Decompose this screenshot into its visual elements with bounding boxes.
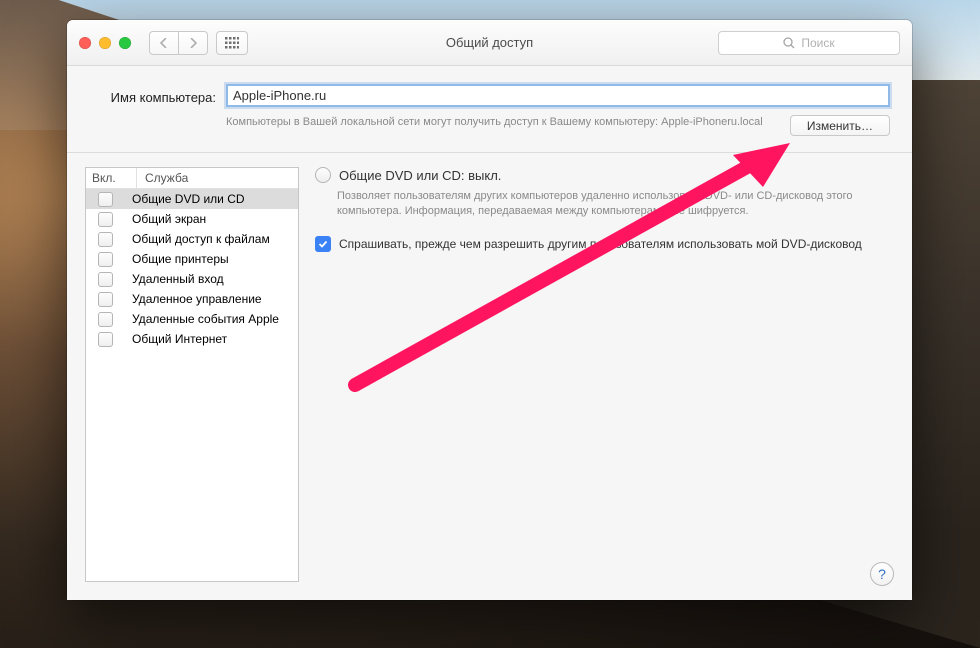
show-all-button[interactable] bbox=[216, 31, 248, 55]
service-row[interactable]: Общий Интернет bbox=[86, 329, 298, 349]
computer-name-label: Имя компьютера: bbox=[89, 90, 216, 105]
services-list: Общие DVD или CD Общий экран Общий доступ … bbox=[86, 189, 298, 349]
service-detail-title: Общие DVD или CD: выкл. bbox=[339, 168, 501, 183]
window-controls bbox=[79, 37, 131, 49]
service-name: Удаленное управление bbox=[124, 292, 262, 306]
col-header-on[interactable]: Вкл. bbox=[86, 168, 137, 188]
services-table: Вкл. Служба Общие DVD или CDОбщий экранО… bbox=[85, 167, 299, 582]
ask-permission-label: Спрашивать, прежде чем разрешить другим … bbox=[339, 236, 862, 253]
service-row[interactable]: Общий экран bbox=[86, 209, 298, 229]
service-checkbox[interactable] bbox=[98, 252, 113, 267]
search-input[interactable]: Поиск bbox=[718, 31, 900, 55]
service-row[interactable]: Удаленное управление bbox=[86, 289, 298, 309]
service-checkbox[interactable] bbox=[98, 292, 113, 307]
edit-hostname-button[interactable]: Изменить… bbox=[790, 115, 890, 136]
computer-name-subtext: Компьютеры в Вашей локальной сети могут … bbox=[226, 115, 778, 136]
service-name: Удаленный вход bbox=[124, 272, 224, 286]
service-row[interactable]: Общий доступ к файлам bbox=[86, 229, 298, 249]
service-row[interactable]: Общие DVD или CD bbox=[86, 189, 298, 209]
forward-button[interactable] bbox=[179, 31, 208, 55]
chevron-left-icon bbox=[160, 38, 168, 48]
service-checkbox[interactable] bbox=[98, 232, 113, 247]
service-name: Общие принтеры bbox=[124, 252, 229, 266]
body-area: Вкл. Служба Общие DVD или CDОбщий экранО… bbox=[67, 153, 912, 600]
service-checkbox[interactable] bbox=[98, 272, 113, 287]
service-status-radio[interactable] bbox=[315, 167, 331, 183]
service-row[interactable]: Удаленные события Apple bbox=[86, 309, 298, 329]
zoom-window-button[interactable] bbox=[119, 37, 131, 49]
close-window-button[interactable] bbox=[79, 37, 91, 49]
services-table-header: Вкл. Служба bbox=[86, 168, 298, 189]
chevron-right-icon bbox=[189, 38, 197, 48]
service-detail-description: Позволяет пользователям других компьютер… bbox=[337, 189, 894, 220]
grid-icon bbox=[225, 37, 239, 49]
service-name: Общие DVD или CD bbox=[124, 192, 245, 206]
service-name: Общий доступ к файлам bbox=[124, 232, 270, 246]
titlebar: Общий доступ Поиск bbox=[67, 20, 912, 66]
service-detail: Общие DVD или CD: выкл. Позволяет пользо… bbox=[315, 167, 894, 582]
header-area: Имя компьютера: Компьютеры в Вашей локал… bbox=[67, 66, 912, 153]
checkmark-icon bbox=[318, 239, 328, 249]
minimize-window-button[interactable] bbox=[99, 37, 111, 49]
search-icon bbox=[783, 37, 795, 49]
service-checkbox[interactable] bbox=[98, 212, 113, 227]
service-name: Удаленные события Apple bbox=[124, 312, 279, 326]
service-checkbox[interactable] bbox=[98, 332, 113, 347]
back-button[interactable] bbox=[149, 31, 179, 55]
computer-name-input[interactable] bbox=[226, 84, 890, 107]
help-button[interactable]: ? bbox=[870, 562, 894, 586]
sharing-preferences-window: Общий доступ Поиск Имя компьютера: Компь… bbox=[67, 20, 912, 600]
service-row[interactable]: Общие принтеры bbox=[86, 249, 298, 269]
ask-permission-checkbox[interactable] bbox=[315, 236, 331, 252]
col-header-service[interactable]: Служба bbox=[137, 168, 298, 188]
service-checkbox[interactable] bbox=[98, 192, 113, 207]
service-checkbox[interactable] bbox=[98, 312, 113, 327]
service-name: Общий Интернет bbox=[124, 332, 227, 346]
service-row[interactable]: Удаленный вход bbox=[86, 269, 298, 289]
service-name: Общий экран bbox=[124, 212, 206, 226]
search-placeholder: Поиск bbox=[801, 36, 834, 50]
